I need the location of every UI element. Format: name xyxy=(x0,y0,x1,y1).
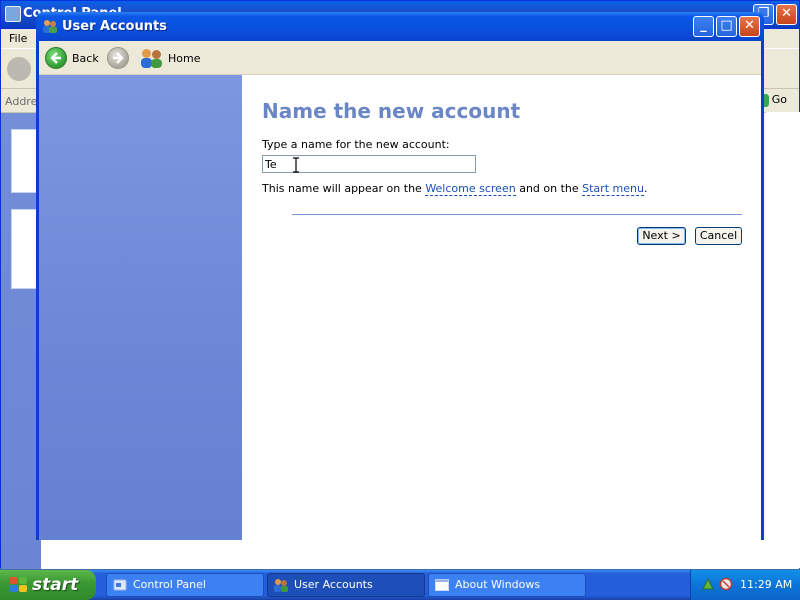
back-button[interactable]: Back xyxy=(45,45,99,71)
minimize-button[interactable]: _ xyxy=(693,16,714,37)
dialog-content: Name the new account Type a name for the… xyxy=(242,75,761,540)
dialog-caption-buttons: _ □ ✕ xyxy=(693,16,760,37)
forward-button[interactable] xyxy=(107,45,129,71)
taskbar-label: Control Panel xyxy=(133,578,206,591)
back-arrow-icon[interactable] xyxy=(7,57,31,81)
user-accounts-icon xyxy=(43,20,57,33)
security-alert-icon[interactable] xyxy=(719,577,733,591)
hint-text-middle: and on the xyxy=(515,182,583,195)
taskbar: start Control Panel User Accounts About … xyxy=(0,570,800,600)
window-icon xyxy=(435,579,449,591)
back-arrow-icon xyxy=(45,47,67,69)
control-panel-icon xyxy=(113,579,127,591)
system-tray: 11:29 AM xyxy=(690,570,800,600)
text-cursor-icon xyxy=(293,157,299,173)
control-panel-body-edge xyxy=(766,112,800,568)
name-hint: This name will appear on the Welcome scr… xyxy=(262,182,648,196)
user-accounts-icon xyxy=(274,579,288,592)
windows-flag-icon xyxy=(10,577,28,593)
maximize-icon: □ xyxy=(720,18,733,33)
start-button[interactable]: start xyxy=(0,570,96,600)
minimize-icon: _ xyxy=(700,18,707,33)
user-accounts-window: User Accounts _ □ ✕ Back Home Name the n… xyxy=(36,12,764,540)
control-panel-icon xyxy=(5,6,21,22)
back-label: Back xyxy=(72,51,99,65)
forward-arrow-icon xyxy=(107,47,129,69)
cancel-button[interactable]: Cancel xyxy=(695,227,742,245)
home-users-icon xyxy=(141,47,163,69)
menu-file[interactable]: File xyxy=(9,32,27,45)
taskbar-label: User Accounts xyxy=(294,578,373,591)
home-button[interactable]: Home xyxy=(141,45,200,71)
next-button[interactable]: Next > xyxy=(637,227,686,245)
close-icon: ✕ xyxy=(744,18,755,33)
account-name-label: Type a name for the new account: xyxy=(262,138,450,151)
taskbar-button-about-windows[interactable]: About Windows xyxy=(428,573,586,597)
close-icon: ✕ xyxy=(781,6,792,21)
taskbar-button-user-accounts[interactable]: User Accounts xyxy=(267,573,425,597)
hint-text-suffix: . xyxy=(643,182,648,195)
page-title: Name the new account xyxy=(262,99,521,123)
home-label: Home xyxy=(168,51,201,65)
user-accounts-titlebar[interactable]: User Accounts _ □ ✕ xyxy=(36,12,764,41)
hint-text-prefix: This name will appear on the xyxy=(262,182,426,195)
control-panel-task-pane xyxy=(1,113,41,569)
taskbar-label: About Windows xyxy=(455,578,541,591)
start-menu-link[interactable]: Start menu xyxy=(582,182,644,196)
network-icon[interactable] xyxy=(701,577,715,591)
start-label: start xyxy=(32,575,79,595)
dialog-left-pane xyxy=(39,75,242,540)
dialog-close-button[interactable]: ✕ xyxy=(739,16,760,37)
dialog-toolbar: Back Home xyxy=(39,41,761,75)
clock[interactable]: 11:29 AM xyxy=(740,578,792,591)
taskbar-button-control-panel[interactable]: Control Panel xyxy=(106,573,264,597)
divider xyxy=(292,214,742,215)
welcome-screen-link[interactable]: Welcome screen xyxy=(425,182,516,196)
close-button[interactable]: ✕ xyxy=(776,4,797,25)
dialog-title: User Accounts xyxy=(62,19,167,34)
maximize-button[interactable]: □ xyxy=(716,16,737,37)
